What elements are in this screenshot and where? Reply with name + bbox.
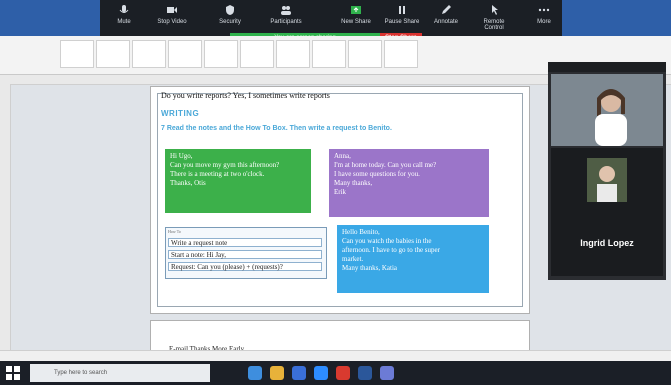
note-purple: Anna, I'm at home today. Can you call me… — [329, 149, 489, 217]
video-panel: Ingrid Lopez — [548, 62, 666, 280]
note-line: afternoon. I have to go to the super — [342, 246, 440, 254]
how-to-row: Start a note: Hi Jay, — [168, 250, 322, 259]
style-emphasis[interactable] — [276, 40, 310, 68]
participant-name: Ingrid Lopez — [580, 238, 634, 248]
avatar — [587, 158, 627, 202]
style-subtitle[interactable] — [240, 40, 274, 68]
note-line: Anna, — [334, 152, 351, 160]
pause-share-label: Pause Share — [384, 19, 420, 25]
pause-icon — [399, 6, 405, 14]
mute-label: Mute — [117, 19, 131, 25]
note-line: There is a meeting at two o'clock. — [170, 170, 265, 178]
video-tile-ingrid[interactable]: Ingrid Lopez — [551, 148, 663, 276]
style-title[interactable] — [204, 40, 238, 68]
teams-icon[interactable] — [380, 366, 394, 380]
note-blue: Hello Benito, Can you watch the babies i… — [337, 225, 489, 293]
remote-control-icon — [492, 5, 498, 15]
video-panel-header[interactable] — [548, 62, 666, 72]
remote-control-button[interactable]: Remote Control — [474, 4, 514, 31]
participants-button[interactable]: Participants — [266, 4, 306, 25]
participants-icon — [281, 6, 291, 15]
note-line: Hello Benito, — [342, 228, 380, 236]
word-icon[interactable] — [358, 366, 372, 380]
document-page[interactable]: Do you write reports? Yes, I sometimes w… — [150, 86, 530, 314]
style-no-spacing[interactable] — [96, 40, 130, 68]
windows-taskbar: Type here to search — [0, 361, 671, 385]
file-explorer-icon[interactable] — [270, 366, 284, 380]
note-line: market. — [342, 255, 364, 263]
edge-icon[interactable] — [248, 366, 262, 380]
new-share-button[interactable]: New Share — [336, 4, 376, 25]
note-line: Erik — [334, 188, 347, 196]
annotate-label: Annotate — [433, 19, 459, 25]
how-to-title: How To — [168, 229, 181, 234]
pause-share-button[interactable]: Pause Share — [382, 4, 422, 25]
security-label: Security — [219, 19, 241, 25]
style-heading-1[interactable] — [132, 40, 166, 68]
chrome-icon[interactable] — [336, 366, 350, 380]
document-line: Do you write reports? Yes, I sometimes w… — [161, 91, 330, 100]
note-line: Many thanks, Katia — [342, 264, 398, 272]
note-line: Can you watch the babies in the — [342, 237, 432, 245]
note-line: Thanks, Otis — [170, 179, 206, 187]
vertical-ruler — [0, 84, 11, 350]
style-intense[interactable] — [384, 40, 418, 68]
shield-icon — [226, 5, 234, 15]
style-normal[interactable] — [60, 40, 94, 68]
new-share-label: New Share — [341, 19, 371, 25]
zoom-icon[interactable] — [314, 366, 328, 380]
microphone-icon — [119, 5, 129, 13]
style-heading-2[interactable] — [168, 40, 202, 68]
style-strong[interactable] — [312, 40, 346, 68]
more-icon — [538, 8, 550, 12]
more-label: More — [537, 19, 551, 25]
windows-start-icon[interactable] — [6, 366, 20, 380]
writing-heading: WRITING — [161, 109, 200, 118]
status-bar — [0, 350, 671, 361]
video-camera-icon — [167, 7, 177, 13]
video-tile-self[interactable] — [551, 74, 663, 146]
zoom-meeting-toolbar: Mute Stop Video Security Participants Ne… — [100, 0, 562, 36]
taskbar-search[interactable]: Type here to search — [30, 364, 210, 382]
remote-control-label: Remote Control — [483, 19, 505, 31]
share-screen-icon — [351, 6, 361, 14]
how-to-row: Write a request note — [168, 238, 322, 247]
note-line: Can you move my gym this afternoon? — [170, 161, 280, 169]
more-button[interactable]: More — [524, 4, 564, 25]
person-video-icon — [551, 74, 663, 146]
how-to-row: Request: Can you (please) + (requests)? — [168, 262, 322, 271]
participants-label: Participants — [270, 19, 302, 25]
note-line: I'm at home today. Can you call me? — [334, 161, 437, 169]
pencil-icon — [442, 5, 451, 14]
stop-video-label: Stop Video — [157, 19, 187, 25]
annotate-button[interactable]: Annotate — [426, 4, 466, 25]
note-line: I have some questions for you. — [334, 170, 420, 178]
note-green: Hi Ugo, Can you move my gym this afterno… — [165, 149, 311, 213]
note-line: Many thanks, — [334, 179, 373, 187]
style-quote[interactable] — [348, 40, 382, 68]
exercise-instruction: 7 Read the notes and the How To Box. The… — [161, 125, 392, 132]
mail-icon[interactable] — [292, 366, 306, 380]
mute-button[interactable]: Mute — [104, 4, 144, 25]
stop-video-button[interactable]: Stop Video — [152, 4, 192, 25]
note-line: Hi Ugo, — [170, 152, 193, 160]
how-to-box: How To Write a request note Start a note… — [165, 227, 327, 279]
security-button[interactable]: Security — [210, 4, 250, 25]
